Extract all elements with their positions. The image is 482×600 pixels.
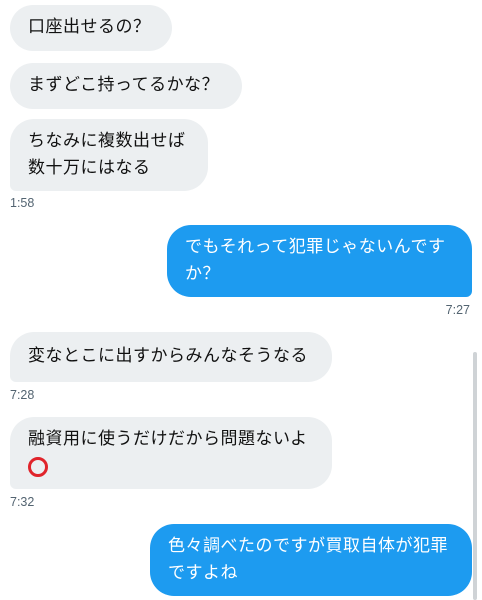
incoming-message[interactable]: 融資用に使うだけだから問題ないよ bbox=[10, 417, 332, 489]
message-timestamp: 7:32 bbox=[10, 495, 35, 509]
message-text: ちなみに複数出せば bbox=[28, 131, 186, 151]
message-text: まずどこ持ってるかな？ bbox=[28, 75, 220, 95]
message-text: 数十万にはなる bbox=[28, 158, 151, 178]
message-timestamp: 1:58 bbox=[10, 196, 35, 210]
incoming-message[interactable]: 口座出せるの？ bbox=[10, 5, 172, 51]
outgoing-message[interactable]: 色々調べたのですが買取自体が犯罪 ですよね bbox=[150, 524, 472, 596]
message-text: 口座出せるの？ bbox=[28, 17, 151, 37]
message-timestamp: 7:27 bbox=[445, 303, 470, 317]
incoming-message[interactable]: まずどこ持ってるかな？ bbox=[10, 63, 242, 109]
incoming-message[interactable]: 変なとこに出すからみんなそうなる bbox=[10, 332, 332, 382]
message-text: 変なとこに出すからみんなそうなる bbox=[28, 346, 308, 366]
message-text: 色々調べたのですが買取自体が犯罪 bbox=[168, 536, 448, 556]
emoji-line bbox=[28, 453, 317, 480]
message-text: か？ bbox=[185, 264, 220, 284]
conversation-thread: 口座出せるの？ まずどこ持ってるかな？ ちなみに複数出せば 数十万にはなる 1:… bbox=[0, 0, 482, 600]
outgoing-message[interactable]: でもそれって犯罪じゃないんです か？ bbox=[167, 225, 472, 297]
incoming-message[interactable]: ちなみに複数出せば 数十万にはなる bbox=[10, 119, 208, 191]
red-circle-icon bbox=[28, 457, 48, 477]
message-text: 融資用に使うだけだから問題ないよ bbox=[28, 429, 308, 449]
message-text: ですよね bbox=[168, 563, 238, 583]
message-timestamp: 7:28 bbox=[10, 388, 35, 402]
message-text: でもそれって犯罪じゃないんです bbox=[185, 237, 446, 257]
scrollbar[interactable] bbox=[473, 352, 477, 600]
